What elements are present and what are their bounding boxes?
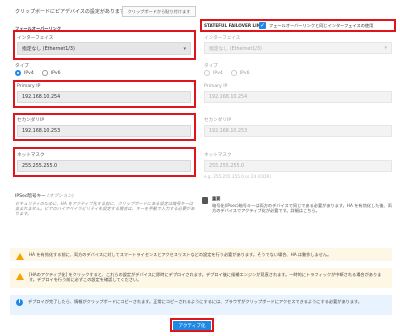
type-radio-group: IPv4 IPv6 [15,70,61,76]
netmask-input[interactable]: 255.255.255.0 [17,160,191,172]
stateful-ipv4-radio [204,70,210,76]
info-banner: i デプロイが完了したら、情報がクリップボードにコピーされます。正常にコピーされ… [10,295,392,315]
stateful-netmask-hint: e.g. 255.255.255.0 or 24 (CIDR) [204,174,272,179]
ipsec-key-label: IPSec暗号キー [15,194,46,199]
ipsec-key-heading: IPSec暗号キー (オプション) [15,193,74,199]
important-note-text: 暗号化(IPsec)暗号キーは両方のデバイスで同じである必要があります。HA を… [212,203,392,214]
stateful-ipv6-radio [230,70,237,76]
warning-banner-license-text: HA を有効化する前に、両方のデバイスに対してスマートライセンスとアクセスリスト… [29,252,332,257]
interface-select[interactable]: 指定なし (Ethernet1/3) ▾ [17,42,191,55]
interface-label: インターフェイス [17,36,54,41]
important-note: 重要 暗号化(IPsec)暗号キーは両方のデバイスで同じである必要があります。H… [202,196,394,213]
stateful-link-title: STATEFUL FAILOVER LINK [204,23,264,28]
stateful-secondary-ip-label: セカンダリIP [204,118,232,123]
lock-icon [202,197,208,204]
stateful-secondary-ip-input: 192.168.10.253 [204,125,392,137]
stateful-primary-ip-label: Primary IP [204,84,228,89]
same-link-checkbox[interactable]: ✓ [259,22,266,29]
type-label: タイプ [15,64,29,69]
clipboard-status: クリップボードにピアデバイスの設定があります [15,9,125,15]
same-link-checkbox-label: フェールオーバーリンクと同じインターフェイスの使用 [269,23,374,28]
stateful-type-radio-group: IPv4 IPv6 [204,70,250,76]
warning-icon [16,273,24,280]
primary-ip-label: Primary IP [17,84,41,89]
warning-banner-deploy-text: [HAのアクティブ化] をクリックすると、これらの設定がデバイスに即時にデプロイ… [29,272,382,283]
stateful-type-label: タイプ [204,64,218,69]
paste-from-clipboard-button[interactable]: クリップボードから貼り付けます [122,6,196,17]
warning-icon [16,253,24,260]
stateful-interface-select: 指定なし (Ethernet1/3) ▾ [204,42,392,54]
activate-ha-button[interactable]: アクティブ化 [173,321,211,330]
chevron-down-icon: ▾ [384,45,387,51]
ipsec-key-optional: (オプション) [47,194,74,199]
primary-ip-input[interactable]: 192.168.10.254 [17,91,191,103]
ipv4-radio[interactable] [15,70,21,76]
info-banner-text: デプロイが完了したら、情報がクリップボードにコピーされます。正常にコピーされるよ… [28,299,362,304]
important-note-title: 重要 [212,196,221,201]
stateful-ipv4-label: IPv4 [213,70,223,76]
stateful-ipv6-label: IPv6 [239,70,250,76]
secondary-ip-label: セカンダリIP [17,118,45,123]
stateful-interface-label: インターフェイス [204,36,241,41]
ipv6-radio-label: IPv6 [50,70,61,76]
stateful-netmask-label: ネットマスク [204,153,232,158]
secondary-ip-input[interactable]: 192.168.10.253 [17,125,191,137]
stateful-primary-ip-input: 192.168.10.254 [204,91,392,103]
warning-banner-license: HA を有効化する前に、両方のデバイスに対してスマートライセンスとアクセスリスト… [10,248,392,261]
warning-banner-deploy: [HAのアクティブ化] をクリックすると、これらの設定がデバイスに即時にデプロイ… [10,268,392,288]
interface-select-value: 指定なし (Ethernet1/3) [22,47,75,52]
chevron-down-icon: ▾ [183,45,186,52]
ipsec-key-help: セキュリティのために、HA をアクティブ化する前に、クリップボードにある設定は暗… [15,201,195,217]
stateful-interface-value: 指定なし (Ethernet1/3) [209,46,262,52]
stateful-netmask-input: 255.255.255.0 [204,160,392,172]
ipv4-radio-label: IPv4 [24,70,34,76]
info-icon: i [16,299,23,306]
netmask-label: ネットマスク [17,153,45,158]
ipv6-radio[interactable] [41,70,48,76]
